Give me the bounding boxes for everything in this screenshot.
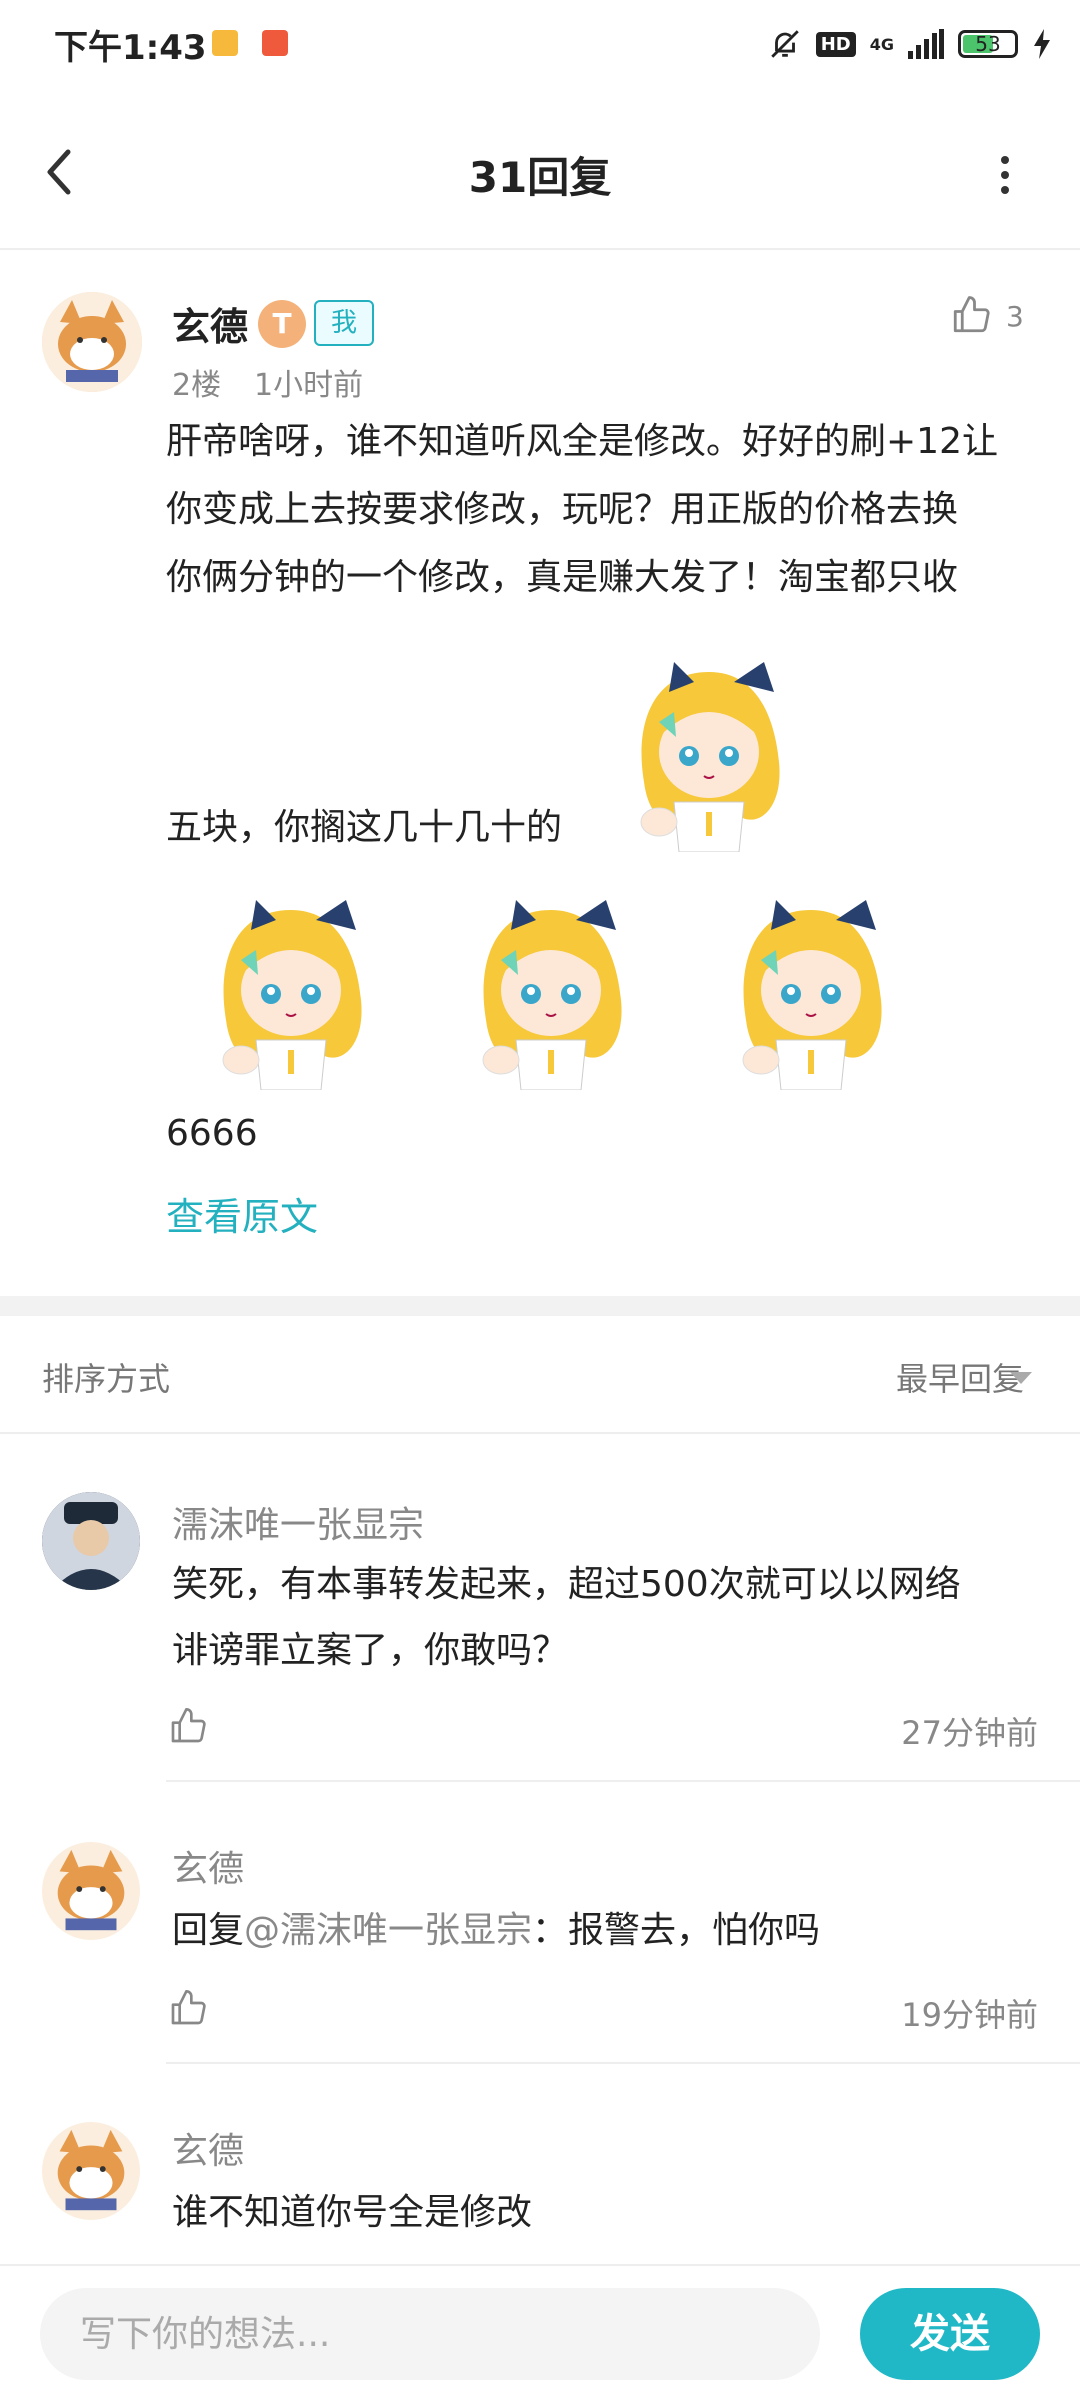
shopping-app-icon bbox=[262, 30, 288, 56]
reply-prefix: 回复 bbox=[172, 1910, 245, 1951]
charging-icon bbox=[1034, 29, 1050, 59]
mention-link[interactable]: @濡沫唯一张显宗 bbox=[244, 1910, 532, 1951]
signal-icon bbox=[908, 29, 944, 59]
status-icons: HD 4G 53 bbox=[768, 22, 1052, 66]
sort-divider bbox=[0, 1432, 1080, 1434]
shiba-avatar-icon bbox=[42, 292, 142, 392]
post-text-line: 6666 bbox=[166, 1113, 258, 1154]
sort-dropdown[interactable]: 最早回复 bbox=[896, 1354, 1024, 1400]
thumb-up-icon bbox=[171, 1990, 206, 2025]
post-like-button[interactable] bbox=[950, 294, 992, 336]
post-author-avatar[interactable] bbox=[42, 292, 142, 392]
level-badge: T bbox=[258, 300, 306, 348]
anime-girl-sticker-icon bbox=[640, 662, 780, 853]
page-title: 31回复 bbox=[468, 153, 612, 202]
chevron-down-icon[interactable] bbox=[1010, 1372, 1032, 1384]
emoji-sticker bbox=[456, 890, 646, 1091]
send-button[interactable]: 发送 bbox=[860, 2288, 1040, 2380]
comment-avatar[interactable] bbox=[42, 2122, 140, 2220]
anime-girl-sticker-icon bbox=[222, 900, 362, 1091]
comment-author-name[interactable]: 濡沫唯一张显宗 bbox=[172, 1496, 424, 1548]
anime-girl-sticker-icon bbox=[742, 900, 882, 1091]
post-like-count: 3 bbox=[1006, 300, 1024, 333]
status-time: 下午1:43 bbox=[54, 28, 207, 68]
emoji-sticker bbox=[614, 652, 804, 853]
section-gap bbox=[0, 1296, 1080, 1316]
network-type: 4G bbox=[869, 34, 894, 54]
post-text-line: 五块，你搁这几十几十的 bbox=[166, 807, 563, 848]
view-original-link[interactable]: 查看原文 bbox=[166, 1186, 318, 1241]
post-text-line: 肝帝啥呀，谁不知道听风全是修改。好好的刷+12让 bbox=[166, 421, 998, 462]
anime-girl-sticker-icon bbox=[482, 900, 622, 1091]
me-badge: 我 bbox=[314, 300, 374, 346]
reply-body: ：报警去，怕你吗 bbox=[532, 1910, 821, 1951]
sort-label: 排序方式 bbox=[42, 1360, 171, 1398]
post-text-line: 你俩分钟的一个修改，真是赚大发了！淘宝都只收 bbox=[166, 557, 959, 598]
notification-icon bbox=[212, 30, 238, 56]
post-text-line: 你变成上去按要求修改，玩呢？用正版的价格去换 bbox=[166, 489, 959, 530]
more-icon bbox=[1001, 156, 1009, 194]
shiba-avatar-icon bbox=[42, 2122, 140, 2220]
post-author-name[interactable]: 玄德 bbox=[172, 296, 248, 351]
comment-text-line: 诽谤罪立案了，你敢吗？ bbox=[172, 1630, 569, 1671]
emoji-sticker bbox=[716, 890, 906, 1091]
comment-text-line: 谁不知道你号全是修改 bbox=[172, 2192, 533, 2233]
battery-level: 53 bbox=[975, 32, 1001, 56]
comment-input[interactable] bbox=[40, 2288, 820, 2380]
more-button[interactable] bbox=[990, 150, 1020, 200]
hd-indicator: HD bbox=[815, 31, 856, 57]
comment-reply-text: 回复@濡沫唯一张显宗：报警去，怕你吗 bbox=[172, 1898, 820, 1964]
sort-value: 最早回复 bbox=[895, 1360, 1024, 1398]
battery-icon: 53 bbox=[958, 30, 1018, 58]
comment-time: 27分钟前 bbox=[901, 1714, 1038, 1752]
comment-divider bbox=[166, 2062, 1080, 2064]
comment-like-button[interactable] bbox=[168, 1706, 208, 1746]
post-floor: 2楼 bbox=[172, 368, 222, 403]
comment-like-button[interactable] bbox=[168, 1988, 208, 2028]
person-avatar-icon bbox=[42, 1492, 140, 1590]
shiba-avatar-icon bbox=[42, 1842, 140, 1940]
mute-icon bbox=[770, 30, 799, 58]
thumb-up-icon bbox=[953, 296, 990, 333]
comment-author-name[interactable]: 玄德 bbox=[172, 2122, 244, 2174]
comment-avatar[interactable] bbox=[42, 1492, 140, 1590]
post-time: 1小时前 bbox=[254, 368, 364, 403]
comment-author-name[interactable]: 玄德 bbox=[172, 1840, 244, 1892]
comment-time: 19分钟前 bbox=[901, 1996, 1038, 2034]
emoji-sticker bbox=[196, 890, 386, 1091]
header-divider bbox=[0, 248, 1080, 250]
comment-text-line: 笑死，有本事转发起来，超过500次就可以以网络 bbox=[172, 1564, 961, 1605]
comment-divider bbox=[166, 1780, 1080, 1782]
comment-avatar[interactable] bbox=[42, 1842, 140, 1940]
thumb-up-icon bbox=[171, 1708, 206, 1743]
